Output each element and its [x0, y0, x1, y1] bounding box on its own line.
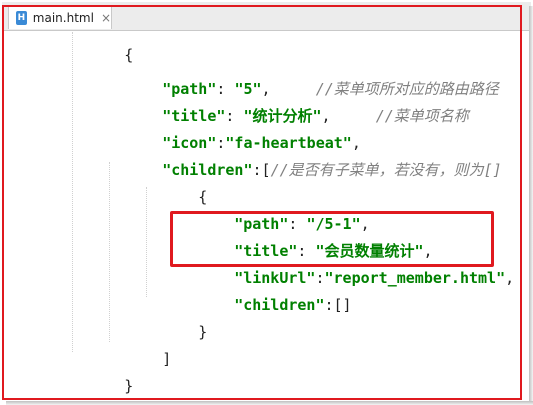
json-key: "children" [234, 296, 325, 314]
code-line-sub-path: "path": "/5-1", [180, 184, 369, 233]
code-line-title: "title": "统计分析", //菜单项名称 [108, 76, 469, 125]
code-line-partial: { [70, 32, 133, 64]
code-line-close-brace: } [144, 292, 207, 341]
brace: } [198, 323, 208, 341]
code-line-close-array: ], [34, 373, 106, 400]
code-line-icon: "icon":"fa-heartbeat", [108, 103, 361, 152]
json-colon: :[ [252, 161, 271, 179]
tab-main-html[interactable]: H main.html × [8, 6, 112, 29]
code-line-sub-linkurl: "linkUrl":"report_member.html", [180, 238, 514, 287]
code-editor[interactable]: { "path": "5", //菜单项所对应的路由路径 "title": "统… [2, 32, 531, 403]
code-comment: //菜单项名称 [375, 107, 469, 125]
code-line-close-bracket: ] [108, 319, 171, 368]
tab-label: main.html [32, 11, 94, 25]
json-colon: :[] [324, 296, 352, 314]
json-value: "report_member.html" [324, 269, 506, 287]
bracket: ] [162, 350, 172, 368]
code-line-close-brace-outer: } [70, 346, 133, 395]
code-line-children: "children":[//是否有子菜单，若没有，则为[] [108, 130, 502, 179]
code-line-open-brace: { [144, 157, 207, 206]
code-line-path: "path": "5", //菜单项所对应的路由路径 [108, 49, 499, 98]
html-file-icon: H [16, 11, 27, 25]
close-icon[interactable]: × [101, 11, 111, 25]
code-comment: //是否有子菜单，若没有，则为[] [270, 161, 502, 179]
json-comma: , [505, 269, 515, 287]
editor-window: H main.html × { "path": "5", //菜单项所对应的路由… [2, 2, 531, 403]
brace: } [124, 377, 134, 395]
tab-bar: H main.html × [2, 2, 531, 31]
window-shadow-right [529, 6, 533, 405]
code-line-sub-children: "children":[] [180, 265, 351, 314]
code-line-sub-title: "title": "会员数量统计", [180, 211, 432, 260]
window-shadow-bottom [6, 401, 533, 405]
